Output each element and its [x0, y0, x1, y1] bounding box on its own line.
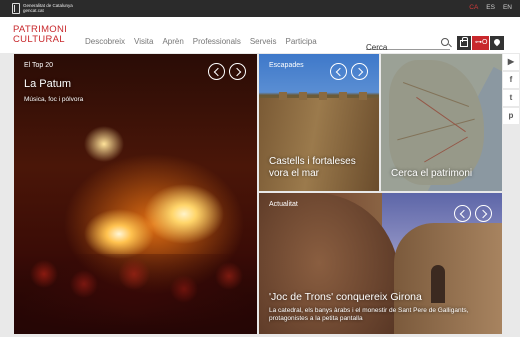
- battlement: [359, 92, 367, 100]
- tile-top20-label: El Top 20: [24, 62, 54, 69]
- tile-map-title[interactable]: Cerca el patrimoni: [391, 167, 472, 180]
- gencat-bar: Generalitat de Catalunya gencat.cat CA E…: [0, 0, 520, 17]
- compare-button[interactable]: ⊶O: [472, 36, 489, 50]
- language-switcher: CA ES EN: [469, 4, 512, 11]
- tile-actualitat-label: Actualitat: [269, 201, 298, 208]
- gencat-text[interactable]: Generalitat de Catalunya gencat.cat: [23, 3, 73, 13]
- battlement: [299, 92, 307, 100]
- social-sidebar: ▶ f t p: [503, 54, 520, 126]
- actualitat-prev-arrow-icon[interactable]: [454, 205, 471, 222]
- nav-descobreix[interactable]: Descobreix: [85, 37, 125, 46]
- tile-top20[interactable]: El Top 20 La Patum Música, foc i pólvora: [14, 54, 257, 334]
- tile-actualitat[interactable]: Actualitat 'Joc de Trons' conquereix Gir…: [259, 193, 502, 334]
- lang-en[interactable]: EN: [503, 4, 512, 11]
- main-nav: Descobreix Visita Aprèn Professionals Se…: [85, 37, 326, 46]
- bag-button[interactable]: [457, 36, 471, 50]
- tile-top20-title[interactable]: La Patum: [24, 78, 71, 91]
- tile-map[interactable]: Cerca el patrimoni: [381, 54, 502, 191]
- top20-next-arrow-icon[interactable]: [229, 63, 246, 80]
- battlement: [319, 92, 327, 100]
- escapades-next-arrow-icon[interactable]: [351, 63, 368, 80]
- escapades-prev-arrow-icon[interactable]: [330, 63, 347, 80]
- lang-es[interactable]: ES: [486, 4, 495, 11]
- tile-top20-subtitle: Música, foc i pólvora: [24, 96, 84, 103]
- gencat-logo-icon[interactable]: [12, 3, 20, 14]
- tile-actualitat-title[interactable]: 'Joc de Trons' conquereix Girona: [269, 291, 422, 304]
- tile-actualitat-subtitle: La catedral, els banys àrabs i el monest…: [269, 307, 469, 322]
- pinterest-icon[interactable]: p: [503, 108, 519, 124]
- nav-apren[interactable]: Aprèn: [162, 37, 183, 46]
- tile-escapades-label: Escapades: [269, 62, 304, 69]
- battlement: [339, 92, 347, 100]
- nav-professionals[interactable]: Professionals: [193, 37, 241, 46]
- site-logo[interactable]: PATRIMONI CULTURAL: [13, 25, 67, 45]
- page: Generalitat de Catalunya gencat.cat CA E…: [0, 0, 520, 337]
- nav-serveis[interactable]: Serveis: [250, 37, 277, 46]
- top20-prev-arrow-icon[interactable]: [208, 63, 225, 80]
- tile-escapades[interactable]: Escapades Castells i fortaleses vora el …: [259, 54, 379, 191]
- compare-icon: ⊶O: [475, 39, 488, 46]
- crowd-image: [14, 254, 257, 334]
- search-input[interactable]: [366, 43, 436, 52]
- location-pin-icon: [492, 37, 502, 47]
- youtube-icon[interactable]: ▶: [503, 54, 519, 70]
- bag-icon: [460, 37, 468, 47]
- lang-ca[interactable]: CA: [469, 4, 478, 11]
- twitter-icon[interactable]: t: [503, 90, 519, 106]
- logo-line2: CULTURAL: [13, 34, 65, 45]
- tower-window: [431, 265, 445, 303]
- search-box: [366, 37, 450, 52]
- nav-visita[interactable]: Visita: [134, 37, 153, 46]
- gencat-line2: gencat.cat: [23, 8, 44, 13]
- site-header: PATRIMONI CULTURAL Descobreix Visita Apr…: [0, 17, 520, 53]
- location-button[interactable]: [490, 36, 504, 50]
- tile-escapades-title[interactable]: Castells i fortaleses vora el mar: [269, 156, 374, 180]
- facebook-icon[interactable]: f: [503, 72, 519, 88]
- search-icon[interactable]: [441, 38, 449, 46]
- actualitat-next-arrow-icon[interactable]: [475, 205, 492, 222]
- nav-participa[interactable]: Participa: [286, 37, 317, 46]
- battlement: [279, 92, 287, 100]
